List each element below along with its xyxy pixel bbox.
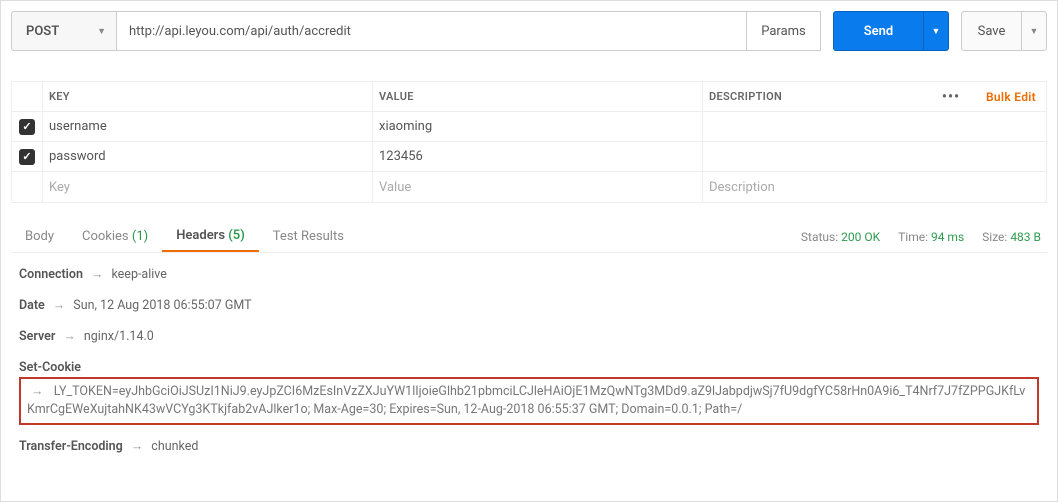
save-button[interactable]: Save (961, 11, 1021, 51)
arrow-icon: → (63, 329, 76, 344)
param-key-placeholder[interactable]: Key (42, 172, 372, 202)
arrow-icon: → (131, 439, 144, 454)
time-value: 94 ms (931, 230, 964, 244)
header-value: chunked (151, 439, 198, 454)
param-row: ✓ password 123456 (12, 142, 1046, 172)
param-value-input[interactable]: xiaoming (372, 112, 702, 141)
param-key-input[interactable]: password (42, 142, 372, 171)
set-cookie-highlight: → LY_TOKEN=eyJhbGciOiJSUzI1NiJ9.eyJpZCI6… (19, 377, 1039, 425)
send-dropdown[interactable]: ▼ (923, 11, 949, 51)
checkbox-checked[interactable]: ✓ (19, 119, 35, 135)
col-description: DESCRIPTION ••• Bulk Edit (702, 82, 1046, 111)
method-select[interactable]: POST ▼ (11, 11, 116, 51)
param-value-input[interactable]: 123456 (372, 142, 702, 171)
header-date: Date → Sun, 12 Aug 2018 06:55:07 GMT (19, 298, 1039, 313)
arrow-icon: → (91, 267, 104, 282)
header-value: Sun, 12 Aug 2018 06:55:07 GMT (73, 298, 251, 313)
params-button[interactable]: Params (747, 11, 821, 51)
param-row: ✓ username xiaoming (12, 112, 1046, 142)
param-key-input[interactable]: username (42, 112, 372, 141)
col-value: VALUE (372, 82, 702, 111)
arrow-icon: → (31, 384, 44, 399)
arrow-icon: → (53, 298, 66, 313)
response-tabs: Body Cookies (1) Headers (5) Test Result… (11, 221, 1047, 253)
param-value-placeholder[interactable]: Value (372, 172, 702, 202)
bulk-edit-link[interactable]: Bulk Edit (986, 90, 1036, 104)
tab-body[interactable]: Body (11, 221, 68, 252)
size-value: 483 B (1010, 230, 1041, 244)
url-input[interactable]: http://api.leyou.com/api/auth/accredit (116, 11, 747, 51)
response-status: Status: 200 OK Time: 94 ms Size: 483 B (801, 230, 1041, 244)
more-icon[interactable]: ••• (942, 89, 960, 105)
tab-cookies[interactable]: Cookies (1) (68, 221, 162, 252)
header-transfer-encoding: Transfer-Encoding → chunked (19, 439, 1039, 454)
caret-down-icon: ▼ (1030, 26, 1039, 37)
param-new-row: Key Value Description (12, 172, 1046, 202)
tab-headers[interactable]: Headers (5) (162, 221, 259, 252)
tab-tests[interactable]: Test Results (259, 221, 358, 252)
postman-request-panel: POST ▼ http://api.leyou.com/api/auth/acc… (0, 0, 1058, 502)
header-set-cookie-name: Set-Cookie (19, 360, 81, 375)
param-desc-input[interactable] (702, 142, 1046, 171)
header-value: nginx/1.14.0 (84, 329, 154, 344)
params-table: KEY VALUE DESCRIPTION ••• Bulk Edit ✓ us… (11, 81, 1047, 203)
url-text: http://api.leyou.com/api/auth/accredit (129, 24, 351, 39)
caret-down-icon: ▼ (932, 26, 941, 37)
checkbox-checked[interactable]: ✓ (19, 149, 35, 165)
header-server: Server → nginx/1.14.0 (19, 329, 1039, 344)
save-dropdown[interactable]: ▼ (1021, 11, 1047, 51)
status-value: 200 OK (841, 230, 880, 244)
set-cookie-value: LY_TOKEN=eyJhbGciOiJSUzI1NiJ9.eyJpZCI6Mz… (27, 384, 1025, 417)
header-value: keep-alive (111, 267, 166, 282)
params-header-row: KEY VALUE DESCRIPTION ••• Bulk Edit (12, 82, 1046, 112)
header-connection: Connection → keep-alive (19, 267, 1039, 282)
caret-down-icon: ▼ (97, 26, 106, 37)
param-desc-placeholder[interactable]: Description (702, 172, 1046, 202)
col-key: KEY (42, 82, 372, 111)
send-button[interactable]: Send (833, 11, 923, 51)
response-headers-panel: Connection → keep-alive Date → Sun, 12 A… (11, 253, 1047, 454)
method-label: POST (26, 24, 59, 39)
param-desc-input[interactable] (702, 112, 1046, 141)
request-topbar: POST ▼ http://api.leyou.com/api/auth/acc… (11, 11, 1047, 51)
